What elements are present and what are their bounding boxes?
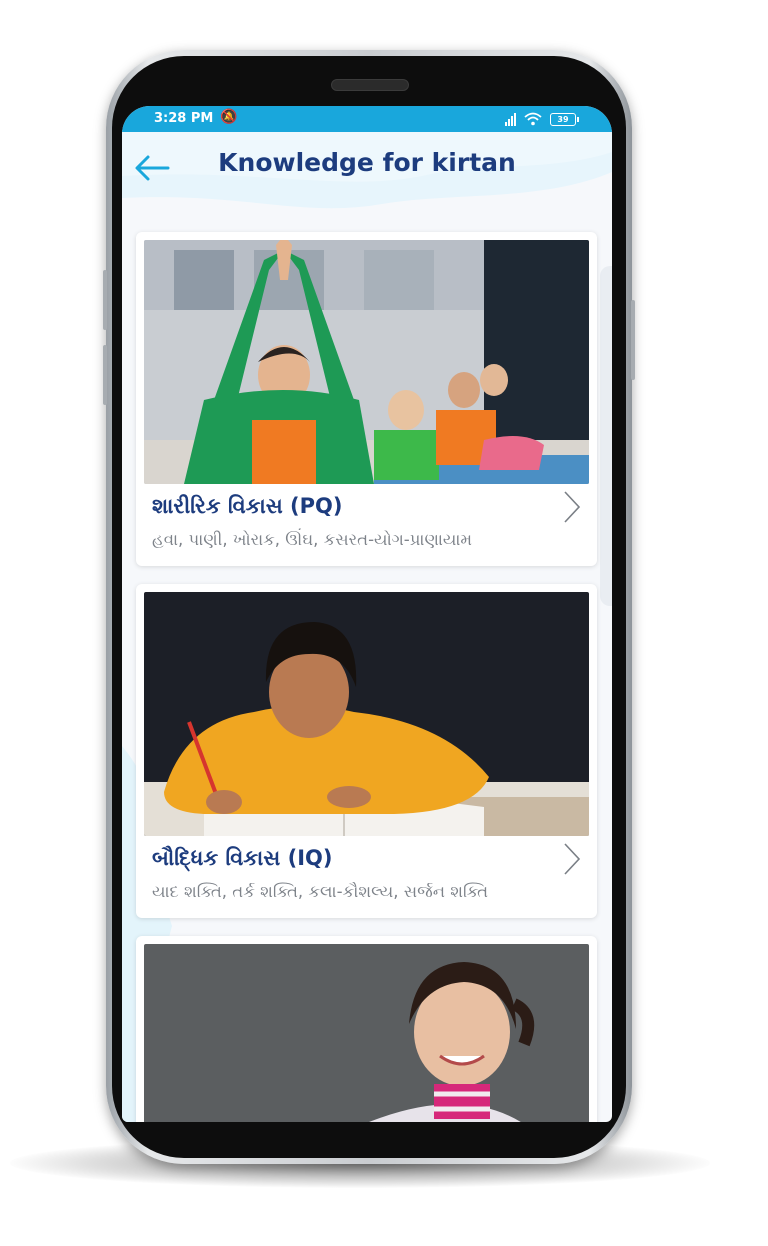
earpiece-speaker: [331, 79, 409, 91]
status-bar: 3:28 PM 🔕 39: [122, 106, 612, 132]
status-time: 3:28 PM: [154, 111, 214, 126]
children-yoga-photo: [144, 240, 589, 484]
page-title: Knowledge for kirtan: [218, 148, 516, 177]
card-title: શારીરિક વિકાસ (PQ): [152, 494, 343, 518]
card-subtitle: યાદ શક્તિ, તર્ક શક્તિ, કલા-કૌશલ્ય, સર્જન…: [152, 882, 489, 901]
card-intellectual-development[interactable]: બૌદ્ધિક વિકાસ (IQ) યાદ શક્તિ, તર્ક શક્તિ…: [136, 584, 597, 918]
volume-up-button: [103, 270, 107, 330]
card-physical-development[interactable]: શારીરિક વિકાસ (PQ) હવા, પાણી, ખોરાક, ઊંઘ…: [136, 232, 597, 566]
card-subtitle: હવા, પાણી, ખોરાક, ઊંઘ, કસરત-યોગ-પ્રાણાયા…: [152, 530, 473, 549]
chevron-right-icon[interactable]: [563, 490, 581, 524]
app-screen: 3:28 PM 🔕 39 Knowledge for kirtan શારીરિ…: [122, 106, 612, 1122]
background-decoration-right: [600, 266, 612, 606]
power-button: [631, 300, 635, 380]
chevron-right-icon[interactable]: [563, 842, 581, 876]
volume-down-button: [103, 345, 107, 405]
smiling-girl-photo: [144, 944, 589, 1122]
card-emotional-development[interactable]: [136, 936, 597, 1122]
wifi-icon: [524, 112, 542, 126]
battery-icon: 39: [550, 112, 579, 126]
bell-off-icon: 🔕: [220, 109, 238, 125]
signal-icon: [505, 112, 516, 126]
card-title: બૌદ્ધિક વિકાસ (IQ): [152, 846, 333, 870]
boy-writing-photo: [144, 592, 589, 836]
status-icons: 39: [505, 110, 579, 128]
